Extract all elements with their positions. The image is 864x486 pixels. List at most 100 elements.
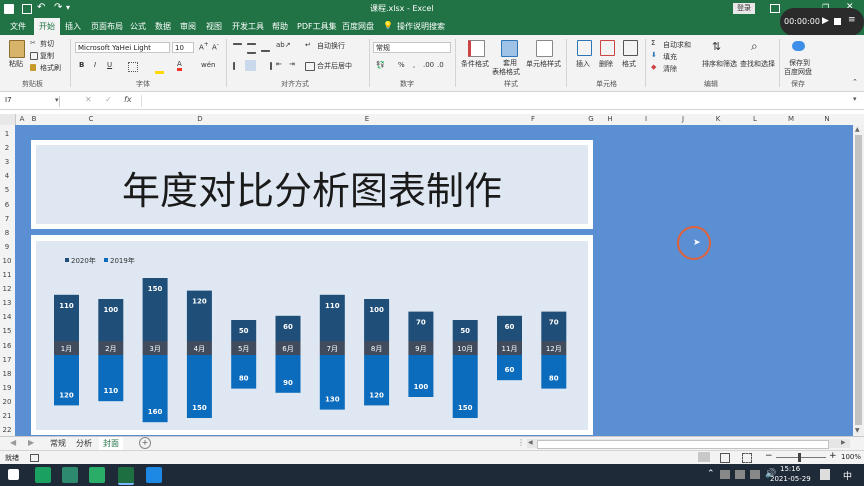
row-header-2[interactable]: 2	[0, 144, 14, 152]
paste-button[interactable]: 粘贴	[9, 59, 23, 69]
tab-developer[interactable]: 开发工具	[232, 21, 264, 32]
start-icon[interactable]	[8, 469, 19, 480]
tell-me-search[interactable]: 操作说明搜索	[397, 21, 445, 32]
bold-icon[interactable]: B	[79, 61, 84, 69]
normal-view-icon[interactable]	[698, 452, 710, 462]
name-box-dropdown-icon[interactable]: ▾	[55, 96, 59, 104]
column-header-h[interactable]: H	[605, 115, 615, 123]
tab-pdf-tools[interactable]: PDF工具集	[297, 21, 337, 32]
row-header-11[interactable]: 11	[0, 271, 14, 279]
row-header-8[interactable]: 8	[0, 229, 14, 237]
tray-icon[interactable]	[735, 470, 745, 479]
row-header-17[interactable]: 17	[0, 356, 14, 364]
row-header-14[interactable]: 14	[0, 313, 14, 321]
input-language[interactable]: 中	[843, 469, 852, 482]
row-header-13[interactable]: 13	[0, 299, 14, 307]
page-layout-view-icon[interactable]	[720, 453, 730, 463]
undo-icon[interactable]: ↶	[37, 2, 45, 13]
italic-icon[interactable]: I	[94, 61, 96, 69]
row-header-16[interactable]: 16	[0, 342, 14, 350]
column-header-n[interactable]: N	[822, 115, 832, 123]
app-cloud-icon[interactable]	[62, 467, 78, 483]
align-left-icon[interactable]	[233, 62, 244, 70]
zoom-in-icon[interactable]: +	[829, 451, 837, 461]
wechat-icon[interactable]	[89, 467, 105, 483]
excel-taskbar-icon[interactable]	[118, 467, 134, 485]
column-header-a[interactable]: A	[17, 115, 27, 123]
paste-icon[interactable]	[9, 40, 25, 58]
row-header-19[interactable]: 19	[0, 384, 14, 392]
insert-function-icon[interactable]: fx	[124, 95, 132, 104]
save-baidu-label-2[interactable]: 百度网盘	[784, 67, 812, 77]
delete-cells-button[interactable]: 删除	[599, 59, 613, 69]
row-header-1[interactable]: 1	[0, 130, 14, 138]
recorder-taskbar-icon[interactable]	[146, 467, 162, 483]
column-header-c[interactable]: C	[86, 115, 96, 123]
chart-area[interactable]: 2020年 2019年 110 1月 120 100 2月 110 150 3月 160 120 4月 1…	[36, 241, 588, 430]
column-header-j[interactable]: J	[678, 115, 688, 123]
zoom-slider[interactable]	[776, 457, 826, 458]
tab-view[interactable]: 视图	[206, 21, 222, 32]
table-format-label-2[interactable]: 表格格式	[492, 67, 520, 77]
save-icon[interactable]	[22, 4, 32, 14]
row-header-18[interactable]: 18	[0, 370, 14, 378]
wrap-text-button[interactable]: 自动换行	[317, 41, 345, 51]
fill-color-icon[interactable]	[155, 62, 164, 74]
menu-icon[interactable]: ≡	[848, 15, 856, 25]
align-bottom-icon[interactable]	[261, 43, 270, 52]
hscroll-left-icon[interactable]: ◀	[528, 439, 533, 446]
name-box[interactable]: I7	[2, 96, 60, 107]
tray-icon[interactable]	[720, 470, 730, 479]
column-header-b[interactable]: B	[29, 115, 39, 123]
align-middle-icon[interactable]	[247, 43, 256, 54]
scroll-down-icon[interactable]: ▼	[855, 427, 860, 434]
accounting-format-icon[interactable]: 💱	[376, 61, 385, 69]
row-header-10[interactable]: 10	[0, 257, 14, 265]
ribbon-display-icon[interactable]	[770, 4, 780, 13]
underline-icon[interactable]: U	[107, 61, 112, 69]
tab-formulas[interactable]: 公式	[130, 21, 146, 32]
shrink-font-icon[interactable]: A-	[212, 42, 219, 51]
add-sheet-icon[interactable]: +	[139, 437, 151, 449]
increase-indent-icon[interactable]: ⇥	[289, 60, 295, 68]
hscroll-thumb[interactable]	[537, 440, 829, 449]
align-center-icon[interactable]	[245, 60, 256, 71]
comma-style-icon[interactable]: ,	[413, 61, 415, 69]
cancel-entry-icon[interactable]: ✕	[85, 95, 92, 104]
format-painter-button[interactable]: 格式刷	[40, 63, 61, 73]
row-header-21[interactable]: 21	[0, 412, 14, 420]
sort-filter-button[interactable]: 排序和筛选	[702, 59, 737, 69]
tray-up-icon[interactable]: ⌃	[707, 469, 715, 479]
tab-help[interactable]: 帮助	[272, 21, 288, 32]
column-header-d[interactable]: D	[195, 115, 205, 123]
column-header-f[interactable]: F	[528, 115, 538, 123]
ie-browser-icon[interactable]	[35, 467, 51, 483]
insert-cells-button[interactable]: 插入	[576, 59, 590, 69]
percent-icon[interactable]: %	[398, 61, 405, 69]
align-top-icon[interactable]	[233, 43, 242, 52]
scroll-up-icon[interactable]: ▲	[855, 126, 860, 133]
number-format-select[interactable]: 常规	[373, 42, 451, 53]
redo-icon[interactable]: ↷	[54, 2, 62, 13]
tab-data[interactable]: 数据	[155, 21, 171, 32]
fill-button[interactable]: 填充	[663, 52, 677, 62]
row-header-9[interactable]: 9	[0, 243, 14, 251]
expand-formula-icon[interactable]: ▾	[853, 95, 857, 103]
borders-icon[interactable]	[128, 62, 138, 72]
tab-insert[interactable]: 插入	[65, 21, 81, 32]
row-header-3[interactable]: 3	[0, 158, 14, 166]
select-all-corner[interactable]	[0, 114, 16, 125]
row-header-22[interactable]: 22	[0, 426, 14, 434]
tab-review[interactable]: 审阅	[180, 21, 196, 32]
tab-home[interactable]: 开始	[34, 18, 60, 35]
stop-icon[interactable]	[834, 18, 841, 25]
merge-center-button[interactable]: 合并后居中	[317, 61, 352, 71]
prev-sheet-icon[interactable]: ◀	[10, 438, 16, 447]
column-header-m[interactable]: M	[786, 115, 796, 123]
autosum-button[interactable]: 自动求和	[663, 40, 691, 50]
font-size-select[interactable]: 10	[172, 42, 194, 53]
tray-icon[interactable]	[750, 470, 760, 479]
horizontal-scrollbar[interactable]: ◀ ▶	[527, 439, 850, 449]
row-header-20[interactable]: 20	[0, 398, 14, 406]
decrease-indent-icon[interactable]: ⇤	[276, 60, 282, 68]
